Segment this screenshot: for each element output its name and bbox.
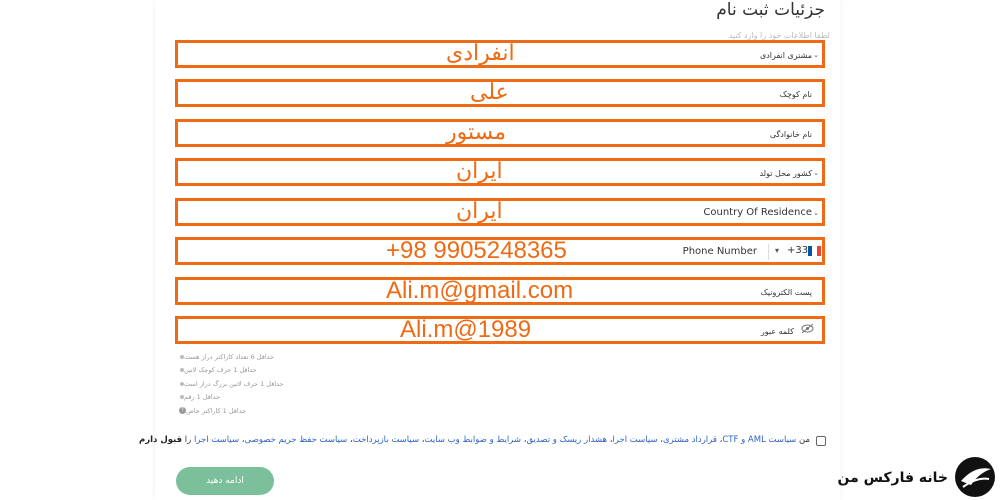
agreement-suffix: را — [184, 435, 192, 445]
first-name-label: نام کوچک — [779, 90, 812, 99]
residence-country-label: Country Of Residence — [703, 207, 812, 218]
website-terms-link[interactable]: شرایط و ضوابط وب سایت — [425, 435, 521, 445]
continue-button[interactable]: ادامه دهید — [176, 467, 274, 495]
agree-checkbox[interactable] — [816, 436, 826, 446]
email-value: Ali.m@gmail.com — [386, 277, 574, 304]
chevron-down-icon: ⌄ — [813, 51, 819, 59]
customer-type-select[interactable]: ⌄ مشتری انفرادی انفرادی — [175, 40, 825, 68]
brand-logo-icon — [955, 457, 995, 497]
phone-number-field[interactable]: Phone Number ▾ +33 +98 9905248365 — [175, 237, 825, 265]
aml-ctf-policy-link[interactable]: سیاست AML و CTF — [722, 435, 796, 445]
execution-policy-link[interactable]: سیاست اجرا — [612, 435, 657, 445]
phone-number-value: +98 9905248365 — [386, 237, 567, 264]
email-field[interactable]: پست الکترونیک Ali.m@gmail.com — [175, 277, 825, 305]
password-rule: حداقل 1 حرف لاتین بزرگ دراز است — [175, 377, 284, 391]
bullet-icon — [180, 354, 184, 359]
password-rule: حداقل 1 حرف کوچک لاتین — [175, 364, 284, 378]
chevron-down-icon: ⌄ — [813, 209, 819, 217]
execution-policy-link-2[interactable]: سیاست اجرا — [194, 435, 239, 445]
birth-country-value: ایران — [456, 159, 503, 184]
last-name-label: نام خانوادگی — [769, 130, 812, 139]
email-label: پست الکترونیک — [760, 288, 812, 297]
first-name-field[interactable]: نام کوچک علی — [175, 79, 825, 107]
brand-name: خانه فارکس من — [837, 470, 948, 486]
risk-warning-link[interactable]: هشدار ریسک و تصدیق — [526, 435, 607, 445]
bullet-icon — [180, 381, 184, 386]
france-flag-icon[interactable] — [808, 246, 821, 256]
client-agreement-link[interactable]: قرارداد مشتری — [663, 435, 717, 445]
customer-type-value: انفرادی — [446, 41, 515, 66]
birth-country-select[interactable]: ⌄ کشور محل تولد ایران — [175, 158, 825, 186]
page-subtitle: لطفا اطلاعات خود را وارد کنید — [728, 31, 830, 40]
password-rule: حداقل 1 کاراکتر خاص? — [175, 404, 284, 418]
password-rules: حداقل 6 تعداد کاراکتر دراز هست حداقل 1 ح… — [175, 350, 284, 418]
password-value: Ali.m@1989 — [400, 316, 532, 343]
password-rule: حداقل 1 رقم — [175, 391, 284, 405]
customer-type-label: مشتری انفرادی — [759, 51, 812, 60]
password-label: کلمه عبور — [760, 327, 794, 336]
agreement-text: من سیاست AML و CTF، قرارداد مشتری، سیاست… — [139, 435, 810, 445]
password-rule: حداقل 6 تعداد کاراکتر دراز هست — [175, 350, 284, 364]
residence-country-select[interactable]: ⌄ Country Of Residence ایران — [175, 198, 825, 226]
residence-country-value: ایران — [456, 199, 503, 224]
eye-slash-icon[interactable] — [801, 323, 814, 337]
question-icon: ? — [179, 407, 186, 415]
last-name-field[interactable]: نام خانوادگی مستور — [175, 119, 825, 147]
last-name-value: مستور — [446, 120, 507, 145]
first-name-value: علی — [470, 80, 509, 105]
agreement-prefix: من — [798, 435, 810, 445]
chevron-down-icon[interactable]: ▾ — [775, 246, 779, 255]
agreement-accept-text: قبول دارم — [138, 435, 183, 445]
birth-country-label: کشور محل تولد — [759, 169, 812, 178]
privacy-policy-link[interactable]: سیاست حفظ حریم خصوصی — [245, 435, 348, 445]
phone-divider — [768, 244, 769, 260]
phone-number-label: Phone Number — [682, 246, 757, 257]
refund-policy-link[interactable]: سیاست بازپرداخت — [353, 435, 419, 445]
password-field[interactable]: کلمه عبور Ali.m@1989 — [175, 316, 825, 344]
page-title: جزئیات ثبت نام — [716, 0, 825, 20]
country-code[interactable]: +33 — [787, 245, 808, 256]
chevron-down-icon: ⌄ — [813, 169, 819, 177]
